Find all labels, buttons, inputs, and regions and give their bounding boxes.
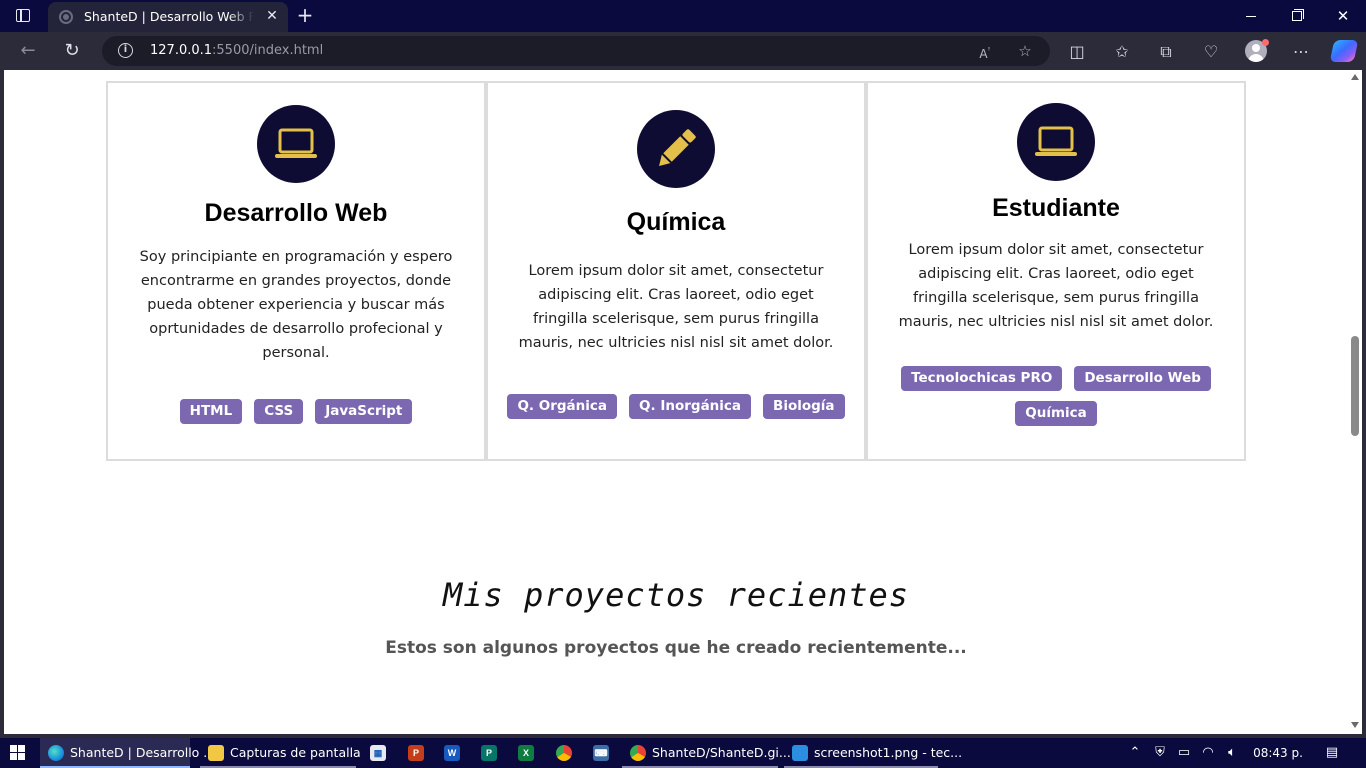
taskbar-item-chrome[interactable]: ShanteD/ShanteD.gi... bbox=[622, 738, 791, 768]
scroll-up-arrow-icon[interactable] bbox=[1351, 74, 1359, 80]
taskbar-item-edge[interactable]: ShanteD | Desarrollo ... bbox=[40, 738, 215, 768]
show-hidden-icons-icon[interactable]: ⌃ bbox=[1126, 738, 1144, 768]
new-tab-icon[interactable]: + bbox=[294, 4, 316, 26]
tag-q-inorganica: Q. Inorgánica bbox=[629, 394, 752, 419]
windows-taskbar: ShanteD | Desarrollo ... Capturas de pan… bbox=[0, 738, 1366, 768]
store-icon[interactable]: ▦ bbox=[370, 745, 386, 761]
projects-section-title: Mis proyectos recientes bbox=[442, 576, 910, 614]
back-icon[interactable]: ← bbox=[15, 39, 41, 63]
taskbar-item-label: ShanteD/ShanteD.gi... bbox=[652, 745, 791, 760]
tab-actions-icon[interactable] bbox=[16, 9, 30, 22]
tag-list: Tecnolochicas PRO Desarrollo Web Química bbox=[878, 360, 1234, 430]
taskbar-item-label: ShanteD | Desarrollo ... bbox=[70, 745, 216, 760]
window-close-icon[interactable]: ✕ bbox=[1320, 0, 1366, 32]
projects-section-subtitle: Estos son algunos proyectos que he cread… bbox=[385, 638, 967, 658]
copilot-icon[interactable] bbox=[1329, 40, 1359, 62]
scroll-down-arrow-icon[interactable] bbox=[1351, 722, 1359, 728]
keyboard-icon[interactable]: ⌨ bbox=[593, 745, 609, 761]
tag-css: CSS bbox=[254, 399, 304, 424]
tag-tecnolochicas-pro: Tecnolochicas PRO bbox=[901, 366, 1063, 391]
favorite-star-icon[interactable]: ☆ bbox=[1015, 41, 1035, 61]
read-aloud-icon[interactable]: Aꜛ bbox=[975, 41, 995, 61]
tag-desarrollo-web: Desarrollo Web bbox=[1074, 366, 1211, 391]
word-icon[interactable]: W bbox=[444, 745, 460, 761]
taskbar-item-vscode[interactable]: screenshot1.png - tec... bbox=[784, 738, 962, 768]
tag-html: HTML bbox=[179, 399, 243, 424]
url-text[interactable]: 127.0.0.1:5500/index.html bbox=[150, 43, 323, 58]
page-scrollbar[interactable] bbox=[1348, 70, 1362, 734]
card-title: Desarrollo Web bbox=[204, 199, 388, 227]
browser-essentials-icon[interactable]: ♡ bbox=[1200, 41, 1222, 63]
chrome-icon bbox=[630, 744, 646, 761]
powerpoint-icon[interactable]: P bbox=[408, 745, 424, 761]
folder-icon bbox=[208, 744, 224, 761]
split-screen-icon[interactable]: ◫ bbox=[1066, 41, 1088, 63]
collections-icon[interactable]: ⧉ bbox=[1155, 41, 1177, 63]
card-title: Estudiante bbox=[992, 194, 1120, 222]
page-viewport: Desarrollo Web Soy principiante en progr… bbox=[4, 70, 1348, 734]
refresh-icon[interactable]: ↻ bbox=[59, 39, 85, 63]
publisher-icon[interactable]: P bbox=[481, 745, 497, 761]
site-info-icon[interactable]: i bbox=[118, 43, 133, 58]
more-menu-icon[interactable]: ⋯ bbox=[1290, 41, 1312, 63]
security-icon[interactable]: ⛨ bbox=[1150, 738, 1170, 768]
browser-titlebar: ShanteD | Desarrollo Web Front-End ✕ + ✕ bbox=[0, 0, 1366, 32]
volume-icon[interactable]: 🔈︎ bbox=[1222, 738, 1242, 768]
browser-tab[interactable]: ShanteD | Desarrollo Web Front-End ✕ bbox=[48, 2, 288, 32]
tab-favicon-icon bbox=[59, 10, 73, 24]
vscode-icon bbox=[792, 744, 808, 761]
battery-icon[interactable]: ▭ bbox=[1174, 738, 1194, 768]
tab-title: ShanteD | Desarrollo Web Front-End bbox=[84, 9, 254, 24]
card-description: Lorem ipsum dolor sit amet, consectetur … bbox=[518, 263, 834, 351]
taskbar-item-explorer[interactable]: Capturas de pantalla bbox=[200, 738, 361, 768]
chrome-icon[interactable] bbox=[556, 745, 572, 761]
card-title: Química bbox=[626, 208, 726, 236]
taskbar-item-label: Capturas de pantalla bbox=[230, 745, 361, 760]
window-frame-right bbox=[1362, 70, 1366, 734]
card-description: Soy principiante en programación y esper… bbox=[139, 249, 453, 361]
address-bar[interactable]: i 127.0.0.1:5500/index.html Aꜛ ☆ bbox=[102, 36, 1050, 66]
tag-q-organica: Q. Orgánica bbox=[507, 394, 618, 419]
scrollbar-thumb[interactable] bbox=[1351, 336, 1359, 436]
browser-toolbar: ← ↻ i 127.0.0.1:5500/index.html Aꜛ ☆ ◫ ✩… bbox=[0, 32, 1366, 70]
taskbar-item-label: screenshot1.png - tec... bbox=[814, 745, 963, 760]
tag-quimica: Química bbox=[1015, 401, 1097, 426]
notifications-icon[interactable]: ▤ bbox=[1322, 738, 1342, 768]
tag-list: Q. Orgánica Q. Inorgánica Biología bbox=[498, 388, 854, 423]
favorites-icon[interactable]: ✩ bbox=[1111, 41, 1133, 63]
tag-biologia: Biología bbox=[763, 394, 845, 419]
profile-notification-dot bbox=[1262, 39, 1269, 46]
wifi-icon[interactable]: ◠ bbox=[1198, 738, 1218, 768]
skill-card-quimica: Química Lorem ipsum dolor sit amet, cons… bbox=[486, 81, 866, 461]
skill-card-estudiante: Estudiante Lorem ipsum dolor sit amet, c… bbox=[866, 81, 1246, 461]
laptop-icon bbox=[1017, 103, 1095, 181]
excel-icon[interactable]: X bbox=[518, 745, 534, 761]
edge-icon bbox=[48, 744, 64, 761]
minimize-icon[interactable] bbox=[1228, 0, 1274, 32]
windows-start-icon[interactable] bbox=[10, 745, 26, 761]
tag-javascript: JavaScript bbox=[315, 399, 413, 424]
skill-card-desarrollo-web: Desarrollo Web Soy principiante en progr… bbox=[106, 81, 486, 461]
system-clock[interactable]: 08:43 p. m. bbox=[1247, 738, 1309, 768]
laptop-icon bbox=[257, 105, 335, 183]
tag-list: HTML CSS JavaScript bbox=[118, 393, 474, 428]
restore-icon[interactable] bbox=[1274, 0, 1320, 32]
tab-close-icon[interactable]: ✕ bbox=[263, 7, 281, 25]
card-description: Lorem ipsum dolor sit amet, consectetur … bbox=[898, 242, 1214, 330]
pencil-icon bbox=[637, 110, 715, 188]
